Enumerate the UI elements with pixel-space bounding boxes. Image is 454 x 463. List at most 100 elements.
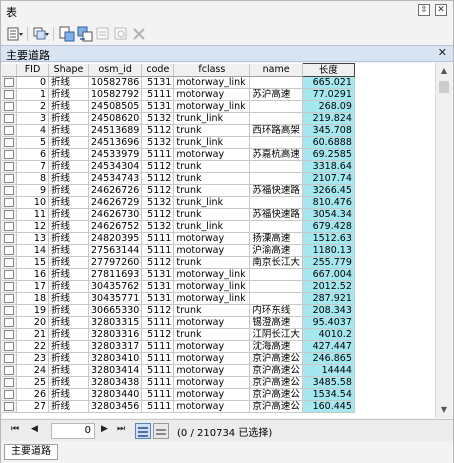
show-selected-records-button[interactable]	[153, 423, 169, 439]
cell-fclass[interactable]: motorway_link	[173, 100, 251, 113]
cell-fclass[interactable]: motorway_link	[173, 268, 251, 281]
cell-osm-id[interactable]: 24626730	[88, 208, 143, 221]
cell-code[interactable]: 5111	[141, 232, 175, 245]
cell-name[interactable]	[249, 100, 303, 113]
cell-fid[interactable]: 21	[16, 328, 49, 341]
cell-length[interactable]: 2012.52	[302, 280, 355, 293]
row-selector-box[interactable]	[4, 366, 14, 375]
table-row[interactable]: 11 折线 24626730 5112 trunk 苏福快速路 3054.34	[2, 208, 355, 221]
cell-code[interactable]: 5111	[141, 400, 175, 413]
cell-name[interactable]	[249, 172, 303, 185]
cell-shape[interactable]: 折线	[48, 208, 89, 221]
cell-osm-id[interactable]: 30435762	[88, 280, 143, 293]
row-selector-box[interactable]	[4, 210, 14, 219]
cell-osm-id[interactable]: 24534304	[88, 160, 143, 173]
table-row[interactable]: 13 折线 24820395 5111 motorway 扬溧高速 1512.63	[2, 232, 355, 245]
cell-length[interactable]: 287.921	[302, 292, 355, 305]
row-selector-box[interactable]	[4, 258, 14, 267]
cell-fclass[interactable]: motorway	[173, 352, 251, 365]
cell-code[interactable]: 5131	[141, 100, 175, 113]
column-header[interactable]: fclass	[173, 63, 251, 77]
cell-fid[interactable]: 0	[16, 76, 49, 89]
cell-code[interactable]: 5112	[141, 160, 175, 173]
cell-name[interactable]: 苏福快速路	[249, 184, 303, 197]
row-selector[interactable]	[2, 400, 17, 413]
cell-fclass[interactable]: trunk_link	[173, 220, 251, 233]
cell-osm-id[interactable]: 32803317	[88, 340, 143, 353]
cell-fclass[interactable]: motorway	[173, 232, 251, 245]
cell-name[interactable]: 西环路高架	[249, 124, 303, 137]
row-selector-box[interactable]	[4, 78, 14, 87]
cell-osm-id[interactable]: 24508505	[88, 100, 143, 113]
row-selector[interactable]	[2, 76, 17, 89]
row-selector[interactable]	[2, 196, 17, 209]
row-selector-header[interactable]	[2, 63, 17, 77]
row-selector-box[interactable]	[4, 270, 14, 279]
row-selector[interactable]	[2, 100, 17, 113]
cell-length[interactable]: 427.447	[302, 340, 355, 353]
cell-osm-id[interactable]: 24820395	[88, 232, 143, 245]
bottom-table-tab[interactable]: 主要道路	[4, 444, 58, 460]
cell-length[interactable]: 268.09	[302, 100, 355, 113]
cell-code[interactable]: 5111	[141, 364, 175, 377]
cell-fid[interactable]: 10	[16, 196, 49, 209]
cell-code[interactable]: 5132	[141, 136, 175, 149]
row-selector-box[interactable]	[4, 162, 14, 171]
cell-length[interactable]: 255.779	[302, 256, 355, 269]
cell-length[interactable]: 2107.74	[302, 172, 355, 185]
cell-osm-id[interactable]: 27811693	[88, 268, 143, 281]
cell-osm-id[interactable]: 24533979	[88, 148, 143, 161]
cell-fclass[interactable]: trunk_link	[173, 136, 251, 149]
table-row[interactable]: 3 折线 24508620 5132 trunk_link 219.824	[2, 112, 355, 125]
row-selector-box[interactable]	[4, 234, 14, 243]
cell-fid[interactable]: 20	[16, 316, 49, 329]
cell-fid[interactable]: 23	[16, 352, 49, 365]
row-selector[interactable]	[2, 352, 17, 365]
row-selector[interactable]	[2, 364, 17, 377]
cell-fclass[interactable]: trunk	[173, 184, 251, 197]
table-row[interactable]: 1 折线 10582792 5111 motorway 苏沪高速 77.0291	[2, 88, 355, 101]
table-row[interactable]: 8 折线 24534743 5112 trunk 2107.74	[2, 172, 355, 185]
row-selector[interactable]	[2, 184, 17, 197]
show-all-records-button[interactable]	[135, 423, 151, 439]
cell-osm-id[interactable]: 10582792	[88, 88, 143, 101]
cell-name[interactable]: 南京长江大	[249, 256, 303, 269]
cell-code[interactable]: 5132	[141, 220, 175, 233]
cell-shape[interactable]: 折线	[48, 220, 89, 233]
cell-shape[interactable]: 折线	[48, 184, 89, 197]
cell-code[interactable]: 5112	[141, 256, 175, 269]
cell-name[interactable]: 苏沪高速	[249, 88, 303, 101]
row-selector[interactable]	[2, 232, 17, 245]
cell-code[interactable]: 5112	[141, 208, 175, 221]
cell-fclass[interactable]: trunk	[173, 328, 251, 341]
table-row[interactable]: 7 折线 24534304 5112 trunk 3318.64	[2, 160, 355, 173]
cell-name[interactable]	[249, 136, 303, 149]
cell-fclass[interactable]: trunk	[173, 172, 251, 185]
column-header[interactable]: name	[249, 63, 303, 77]
switch-selection-icon[interactable]	[77, 26, 93, 42]
table-row[interactable]: 12 折线 24626752 5132 trunk_link 679.428	[2, 220, 355, 233]
cell-shape[interactable]: 折线	[48, 352, 89, 365]
row-selector[interactable]	[2, 124, 17, 137]
cell-fclass[interactable]: motorway	[173, 340, 251, 353]
cell-shape[interactable]: 折线	[48, 124, 89, 137]
row-selector[interactable]	[2, 172, 17, 185]
clear-selection-icon[interactable]	[95, 26, 111, 42]
row-selector[interactable]	[2, 112, 17, 125]
cell-code[interactable]: 5111	[141, 376, 175, 389]
cell-osm-id[interactable]: 24626726	[88, 184, 143, 197]
cell-fclass[interactable]: motorway	[173, 244, 251, 257]
close-icon[interactable]: ✕	[438, 46, 447, 59]
row-selector-box[interactable]	[4, 318, 14, 327]
cell-code[interactable]: 5132	[141, 196, 175, 209]
cell-length[interactable]: 14444	[302, 364, 355, 377]
cell-shape[interactable]: 折线	[48, 76, 89, 89]
cell-fid[interactable]: 11	[16, 208, 49, 221]
table-tab-label[interactable]: 主要道路	[6, 47, 50, 63]
row-selector-box[interactable]	[4, 90, 14, 99]
cell-fid[interactable]: 16	[16, 268, 49, 281]
scroll-up-icon[interactable]: ▲	[436, 63, 452, 79]
cell-shape[interactable]: 折线	[48, 196, 89, 209]
cell-shape[interactable]: 折线	[48, 100, 89, 113]
cell-name[interactable]	[249, 280, 303, 293]
